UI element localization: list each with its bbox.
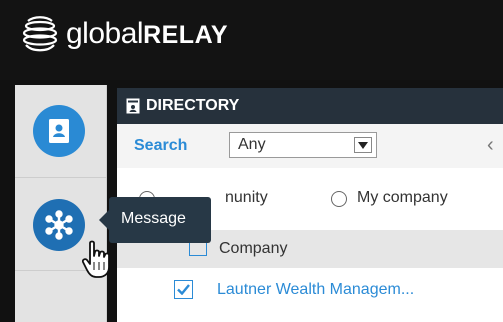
top-bar: globalRELAY — [0, 0, 503, 80]
brand-name-bold: RELAY — [143, 21, 229, 49]
network-hub-icon — [45, 210, 73, 240]
search-scope-value: Any — [238, 136, 266, 153]
result-checkbox[interactable] — [174, 280, 193, 299]
search-scope-select[interactable]: Any — [229, 132, 377, 158]
search-label[interactable]: Search — [134, 137, 187, 155]
message-button[interactable] — [33, 199, 85, 251]
chevron-down-icon[interactable] — [354, 137, 372, 153]
group-label: Company — [219, 240, 288, 257]
sidebar — [15, 85, 107, 322]
brand-name-light: global — [66, 17, 144, 50]
directory-icon — [126, 98, 140, 114]
globe-stack-icon — [22, 16, 58, 52]
result-label[interactable]: Lautner Wealth Managem... — [217, 281, 414, 299]
contact-book-icon — [49, 119, 69, 143]
brand-name: globalRELAY — [66, 17, 228, 51]
my-company-radio[interactable] — [331, 191, 347, 207]
community-radio-label: nunity — [225, 189, 268, 206]
sidebar-item-directory[interactable] — [15, 85, 107, 178]
directory-button[interactable] — [33, 105, 85, 157]
checkmark-icon — [177, 284, 190, 295]
tooltip-text: Message — [121, 210, 186, 227]
my-company-radio-label: My company — [357, 189, 448, 206]
message-tooltip: Message — [99, 197, 211, 243]
company-icon — [189, 242, 207, 256]
chevron-left-icon[interactable]: ‹ — [487, 134, 494, 157]
brand-logo[interactable]: globalRELAY — [20, 14, 228, 54]
search-row: Search Any ‹ — [117, 124, 503, 168]
list-item[interactable]: Lautner Wealth Managem... — [117, 268, 503, 316]
directory-header: DIRECTORY — [117, 88, 503, 124]
directory-title: DIRECTORY — [146, 97, 240, 114]
hand-cursor-icon — [82, 240, 110, 278]
